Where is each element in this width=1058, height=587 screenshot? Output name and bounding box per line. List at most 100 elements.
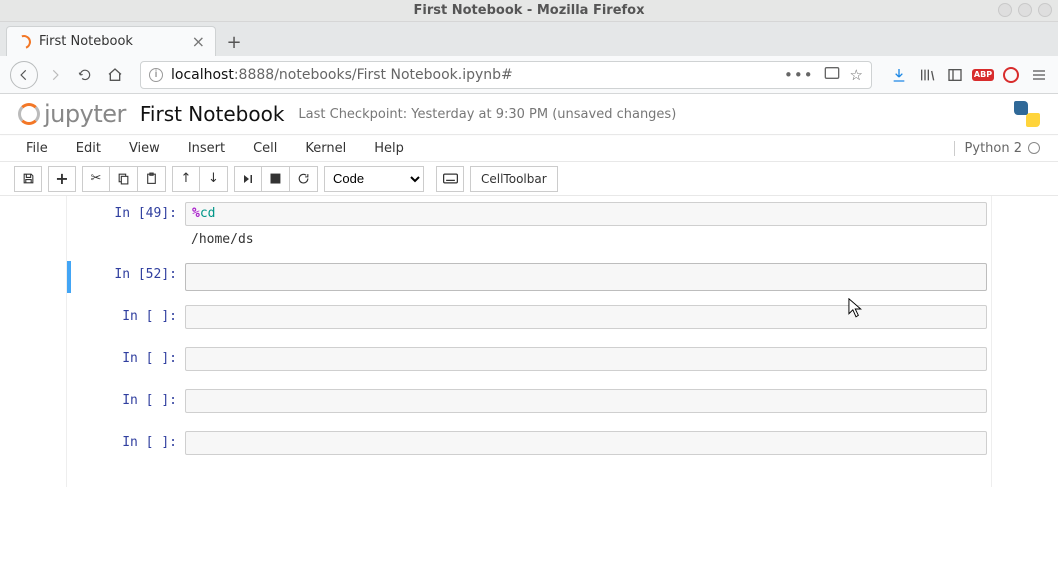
maximize-button[interactable] (1018, 3, 1032, 17)
input-prompt: In [ ]: (67, 347, 185, 371)
page-actions-icon[interactable]: ••• (784, 66, 814, 84)
reader-mode-icon[interactable] (824, 66, 840, 84)
url-bar[interactable]: i localhost:8888/notebooks/First Noteboo… (140, 61, 872, 89)
code-cell[interactable]: In [ ]: (67, 429, 991, 457)
jupyter-logo[interactable]: jupyter (18, 100, 126, 128)
celltoolbar-label: CellToolbar (481, 172, 547, 186)
output-text: /home/ds (185, 230, 987, 249)
save-button[interactable] (14, 166, 42, 192)
toolbar: + ✂ ↑ ↓ ■ Code CellToolbar (0, 162, 1058, 196)
tab-title: First Notebook (39, 34, 133, 49)
code-cell[interactable]: In [ ]: (67, 303, 991, 331)
code-cell[interactable]: In [ ]: (67, 345, 991, 373)
code-input[interactable] (185, 347, 987, 371)
info-icon[interactable]: i (149, 68, 163, 82)
paste-icon (145, 172, 158, 185)
browser-navbar: i localhost:8888/notebooks/First Noteboo… (0, 56, 1058, 94)
paste-button[interactable] (138, 166, 166, 192)
sidebar-icon[interactable] (946, 66, 964, 84)
output-row: /home/ds (67, 228, 991, 255)
menu-cell[interactable]: Cell (241, 137, 289, 160)
menubar: File Edit View Insert Cell Kernel Help P… (0, 134, 1058, 162)
stop-icon: ■ (269, 171, 281, 186)
new-tab-button[interactable]: + (220, 28, 248, 56)
notebook-title[interactable]: First Notebook (140, 102, 285, 126)
python-logo-icon[interactable] (1014, 101, 1040, 127)
input-prompt: In [52]: (71, 263, 185, 291)
move-down-button[interactable]: ↓ (200, 166, 228, 192)
menu-insert[interactable]: Insert (176, 137, 237, 160)
browser-right-icons: ABP (884, 66, 1048, 84)
jupyter-favicon-icon (15, 32, 34, 51)
code-cell[interactable]: In [49]: %cd (67, 200, 991, 228)
window-controls (998, 3, 1052, 17)
jupyter-logo-icon (18, 103, 40, 125)
notebook-container: In [49]: %cd /home/ds In [52]: In [ ]: I… (66, 196, 992, 487)
downloads-icon[interactable] (890, 66, 908, 84)
code-input[interactable]: %cd (185, 202, 987, 226)
arrow-up-icon: ↑ (181, 171, 192, 186)
celltype-dropdown[interactable]: Code (324, 166, 424, 192)
minimize-button[interactable] (998, 3, 1012, 17)
kernel-status-icon (1028, 142, 1040, 154)
code-cell[interactable]: In [ ]: (67, 387, 991, 415)
page-content: jupyter First Notebook Last Checkpoint: … (0, 94, 1058, 587)
code-input[interactable] (185, 431, 987, 455)
arrow-down-icon: ↓ (208, 171, 219, 186)
plus-icon: + (55, 169, 68, 188)
input-prompt: In [49]: (67, 202, 185, 226)
code-input[interactable] (185, 389, 987, 413)
opera-icon[interactable] (1002, 66, 1020, 84)
hamburger-menu-icon[interactable] (1030, 66, 1048, 84)
arrow-left-icon (17, 68, 31, 82)
insert-cell-button[interactable]: + (48, 166, 76, 192)
code-input[interactable] (185, 263, 987, 291)
save-icon (22, 172, 35, 185)
arrow-right-icon (48, 68, 62, 82)
back-button[interactable] (10, 61, 38, 89)
notebook-area[interactable]: In [49]: %cd /home/ds In [52]: In [ ]: I… (0, 196, 1058, 587)
browser-tabstrip: First Notebook × + (0, 22, 1058, 56)
reload-button[interactable] (72, 62, 98, 88)
code-input[interactable] (185, 305, 987, 329)
input-prompt: In [ ]: (67, 431, 185, 455)
home-button[interactable] (102, 62, 128, 88)
forward-button[interactable] (42, 62, 68, 88)
jupyter-header: jupyter First Notebook Last Checkpoint: … (0, 94, 1058, 134)
menu-edit[interactable]: Edit (64, 137, 113, 160)
checkpoint-status: Last Checkpoint: Yesterday at 9:30 PM (u… (298, 107, 676, 122)
browser-tab[interactable]: First Notebook × (6, 26, 216, 56)
restart-button[interactable] (290, 166, 318, 192)
url-text: localhost:8888/notebooks/First Notebook.… (171, 67, 513, 83)
window-title: First Notebook - Mozilla Firefox (0, 3, 1058, 18)
move-up-button[interactable]: ↑ (172, 166, 200, 192)
menu-view[interactable]: View (117, 137, 172, 160)
kernel-indicator[interactable]: Python 2 (954, 141, 1044, 156)
jupyter-brand-text: jupyter (44, 100, 126, 128)
home-icon (107, 67, 123, 83)
close-button[interactable] (1038, 3, 1052, 17)
command-palette-button[interactable] (436, 166, 464, 192)
copy-icon (117, 172, 130, 185)
cut-button[interactable]: ✂ (82, 166, 110, 192)
interrupt-button[interactable]: ■ (262, 166, 290, 192)
tab-close-icon[interactable]: × (192, 34, 205, 50)
run-icon (242, 173, 254, 185)
keyboard-icon (443, 173, 458, 184)
menu-file[interactable]: File (14, 137, 60, 160)
adblock-icon[interactable]: ABP (974, 66, 992, 84)
kernel-name: Python 2 (965, 141, 1022, 156)
celltoolbar-button[interactable]: CellToolbar (470, 166, 558, 192)
library-icon[interactable] (918, 66, 936, 84)
bookmark-icon[interactable]: ☆ (850, 66, 863, 84)
reload-icon (78, 68, 92, 82)
code-cell[interactable]: In [52]: (67, 261, 991, 293)
cut-icon: ✂ (91, 171, 102, 186)
copy-button[interactable] (110, 166, 138, 192)
os-titlebar: First Notebook - Mozilla Firefox (0, 0, 1058, 22)
menu-kernel[interactable]: Kernel (293, 137, 358, 160)
menu-help[interactable]: Help (362, 137, 416, 160)
input-prompt: In [ ]: (67, 389, 185, 413)
input-prompt: In [ ]: (67, 305, 185, 329)
run-button[interactable] (234, 166, 262, 192)
